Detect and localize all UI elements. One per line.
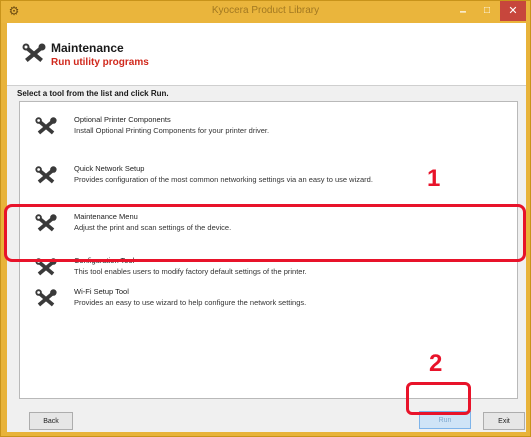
header-panel: Maintenance Run utility programs bbox=[7, 23, 526, 86]
close-button[interactable]: ✕ bbox=[500, 1, 526, 21]
tools-icon bbox=[35, 289, 57, 307]
tools-icon bbox=[22, 43, 46, 62]
maximize-button[interactable]: □ bbox=[474, 1, 500, 21]
tool-description: Install Optional Printing Components for… bbox=[74, 126, 270, 135]
title-bar[interactable]: ⚙ Kyocera Product Library – □ ✕ bbox=[1, 1, 530, 23]
list-item-quick-network-setup[interactable]: Quick Network Setup Provides configurati… bbox=[20, 157, 517, 197]
step-1-callout: 1 bbox=[427, 165, 441, 192]
tool-name: Optional Printer Components bbox=[74, 115, 171, 124]
app-window: ⚙ Kyocera Product Library – □ ✕ Maintena… bbox=[0, 0, 531, 437]
tool-description: Provides an easy to use wizard to help c… bbox=[74, 298, 307, 307]
instruction-text: Select a tool from the list and click Ru… bbox=[17, 89, 169, 98]
step-2-callout: 2 bbox=[429, 350, 443, 377]
tool-description: Provides configuration of the most commo… bbox=[74, 175, 373, 184]
page-subtitle: Run utility programs bbox=[51, 57, 149, 68]
back-button[interactable]: Back bbox=[29, 412, 73, 430]
list-item-optional-printer-components[interactable]: Optional Printer Components Install Opti… bbox=[20, 108, 517, 148]
configuration-tool-highlight bbox=[4, 204, 526, 262]
page-title: Maintenance bbox=[51, 41, 124, 55]
tools-icon bbox=[35, 166, 57, 184]
exit-button[interactable]: Exit bbox=[483, 412, 525, 430]
tool-name: Wi-Fi Setup Tool bbox=[74, 287, 129, 296]
list-item-wifi-setup-tool[interactable]: Wi-Fi Setup Tool Provides an easy to use… bbox=[20, 280, 517, 320]
tools-icon bbox=[35, 117, 57, 135]
tool-name: Quick Network Setup bbox=[74, 164, 145, 173]
minimize-button[interactable]: – bbox=[450, 1, 476, 21]
run-button-highlight bbox=[406, 382, 471, 415]
tool-description: This tool enables users to modify factor… bbox=[74, 267, 307, 276]
